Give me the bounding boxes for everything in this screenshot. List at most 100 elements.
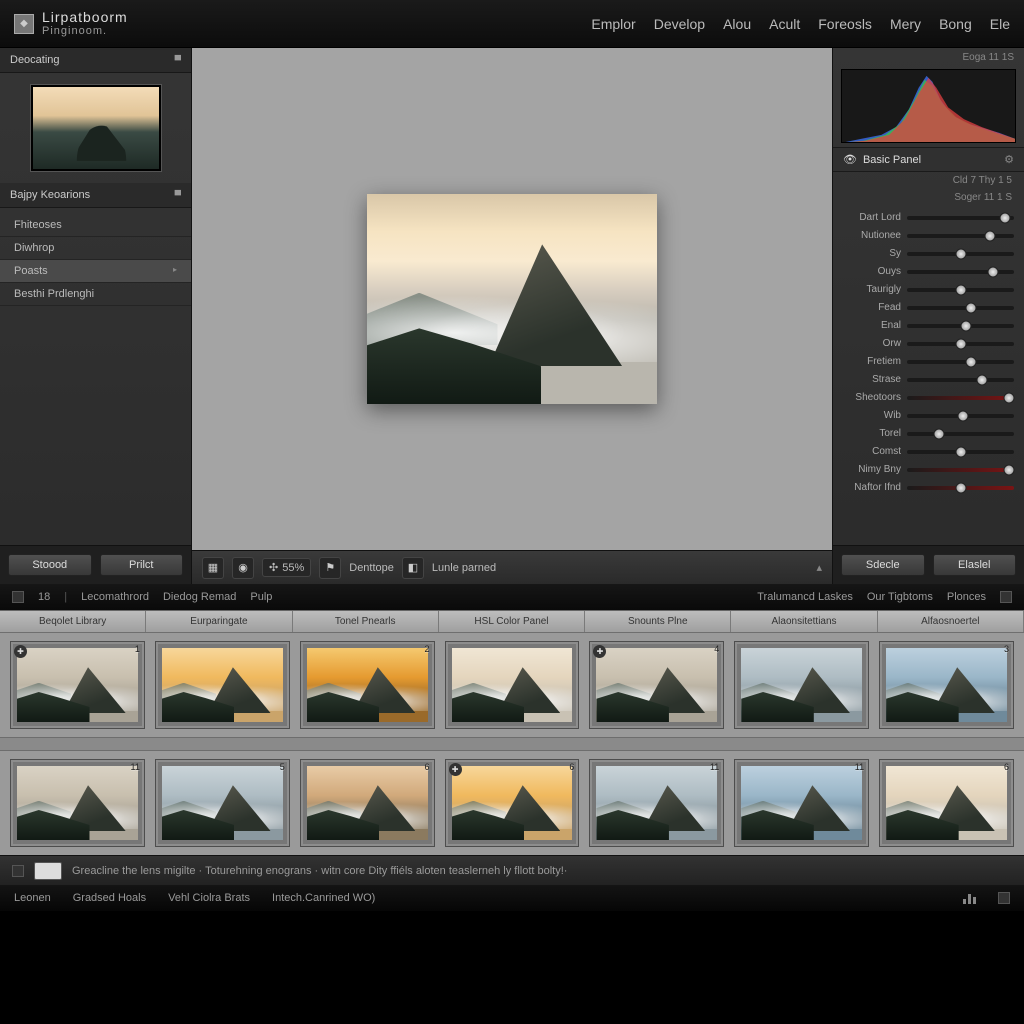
film-tab[interactable]: Snounts Plne	[585, 611, 731, 632]
slider-knob[interactable]	[966, 302, 977, 313]
right-btn-b[interactable]: Elaslel	[933, 554, 1017, 576]
slider-knob[interactable]	[955, 284, 966, 295]
status-item[interactable]: Leonen	[14, 892, 51, 904]
presets-header[interactable]: Bajpy Keoarions ▀	[0, 183, 191, 208]
mid-item[interactable]: 18	[38, 591, 50, 603]
film-tab[interactable]: Alfaosnoertel	[878, 611, 1024, 632]
toolbar-label-2[interactable]: Lunle parned	[432, 562, 496, 574]
preset-item[interactable]: Fhiteoses	[0, 214, 191, 237]
canvas-area[interactable]	[192, 48, 832, 550]
slider-knob[interactable]	[1003, 464, 1014, 475]
slider-row[interactable]: Naftor Ifnd	[843, 482, 1014, 493]
slider-knob[interactable]	[966, 356, 977, 367]
square-icon[interactable]	[12, 865, 24, 877]
slider-track[interactable]	[907, 414, 1014, 418]
slider-knob[interactable]	[976, 374, 987, 385]
thumbnail[interactable]: 5	[155, 759, 290, 847]
nav-item[interactable]: Alou	[723, 16, 751, 32]
slider-track[interactable]	[907, 270, 1014, 274]
slider-track[interactable]	[907, 342, 1014, 346]
slider-row[interactable]: Torel	[843, 428, 1014, 439]
nav-item[interactable]: Bong	[939, 16, 972, 32]
mid-item[interactable]: Plonces	[947, 591, 986, 603]
film-tab[interactable]: Tonel Pnearls	[293, 611, 439, 632]
slider-track[interactable]	[907, 450, 1014, 454]
thumbnail[interactable]: 6	[300, 759, 435, 847]
slider-knob[interactable]	[1000, 212, 1011, 223]
navigator-header[interactable]: Deocating ▀	[0, 48, 191, 73]
right-btn-a[interactable]: Sdecle	[841, 554, 925, 576]
left-btn-a[interactable]: Stoood	[8, 554, 92, 576]
square-icon[interactable]	[12, 591, 24, 603]
slider-row[interactable]: Taurigly	[843, 284, 1014, 295]
navigator-thumbnail[interactable]	[31, 85, 161, 171]
slider-track[interactable]	[907, 252, 1014, 256]
thumbnail[interactable]: 4✚	[589, 641, 724, 729]
nav-item[interactable]: Emplor	[591, 16, 635, 32]
main-photo[interactable]	[367, 194, 657, 404]
status-item[interactable]: Intech.Canrined WO)	[272, 892, 375, 904]
slider-track[interactable]	[907, 216, 1014, 220]
mid-item[interactable]: Tralumancd Laskes	[757, 591, 853, 603]
thumbnail[interactable]: 1✚	[10, 641, 145, 729]
thumbnail[interactable]	[445, 641, 580, 729]
thumbnail[interactable]: 6	[879, 759, 1014, 847]
histogram[interactable]	[841, 69, 1016, 143]
slider-knob[interactable]	[957, 410, 968, 421]
left-btn-b[interactable]: Prilct	[100, 554, 184, 576]
slider-knob[interactable]	[955, 446, 966, 457]
slider-row[interactable]: Comst	[843, 446, 1014, 457]
thumbnail[interactable]: 3	[879, 641, 1014, 729]
slider-row[interactable]: Dart Lord	[843, 212, 1014, 223]
basic-panel-header[interactable]: 👁 Basic Panel ⚙	[833, 147, 1024, 172]
nav-item[interactable]: Develop	[654, 16, 705, 32]
mid-item[interactable]: Our Tigbtoms	[867, 591, 933, 603]
slider-track[interactable]	[907, 306, 1014, 310]
chip-icon[interactable]	[34, 862, 62, 880]
chevron-up-icon[interactable]: ▴	[816, 561, 822, 574]
slider-row[interactable]: Wib	[843, 410, 1014, 421]
slider-knob[interactable]	[955, 248, 966, 259]
preset-item[interactable]: Besthi Prdlenghi	[0, 283, 191, 306]
film-tab[interactable]: Beqolet Library	[0, 611, 146, 632]
slider-knob[interactable]	[934, 428, 945, 439]
slider-track[interactable]	[907, 234, 1014, 238]
thumbnail[interactable]: 6✚	[445, 759, 580, 847]
slider-row[interactable]: Orw	[843, 338, 1014, 349]
nav-item[interactable]: Foreosls	[818, 16, 872, 32]
thumbnail[interactable]	[155, 641, 290, 729]
slider-knob[interactable]	[955, 338, 966, 349]
slider-track[interactable]	[907, 432, 1014, 436]
slider-row[interactable]: Enal	[843, 320, 1014, 331]
slider-track[interactable]	[907, 360, 1014, 364]
thumbnail[interactable]: 2	[300, 641, 435, 729]
preset-item[interactable]: Poasts▸	[0, 260, 191, 283]
thumbnail[interactable]	[734, 641, 869, 729]
slider-row[interactable]: Sheotoors	[843, 392, 1014, 403]
film-tab[interactable]: Eurparingate	[146, 611, 292, 632]
film-tab[interactable]: HSL Color Panel	[439, 611, 585, 632]
thumbnail[interactable]: 11	[589, 759, 724, 847]
slider-knob[interactable]	[960, 320, 971, 331]
slider-knob[interactable]	[955, 482, 966, 493]
preset-item[interactable]: Diwhrop	[0, 237, 191, 260]
thumbnail[interactable]: 11	[10, 759, 145, 847]
slider-row[interactable]: Strase	[843, 374, 1014, 385]
slider-row[interactable]: Fead	[843, 302, 1014, 313]
slider-row[interactable]: Nutionee	[843, 230, 1014, 241]
nav-item[interactable]: Acult	[769, 16, 800, 32]
mid-item[interactable]: Lecomathrord	[81, 591, 149, 603]
slider-track[interactable]	[907, 396, 1014, 400]
flag-icon[interactable]: ⚑	[319, 557, 341, 579]
square-icon[interactable]	[998, 892, 1010, 904]
nav-item[interactable]: Mery	[890, 16, 921, 32]
slider-knob[interactable]	[985, 230, 996, 241]
slider-row[interactable]: Nimy Bny	[843, 464, 1014, 475]
slider-track[interactable]	[907, 288, 1014, 292]
compare-icon[interactable]: ◧	[402, 557, 424, 579]
slider-row[interactable]: Ouys	[843, 266, 1014, 277]
slider-row[interactable]: Sy	[843, 248, 1014, 259]
grid-view-icon[interactable]: ▦	[202, 557, 224, 579]
slider-track[interactable]	[907, 486, 1014, 490]
mid-item[interactable]: Pulp	[250, 591, 272, 603]
